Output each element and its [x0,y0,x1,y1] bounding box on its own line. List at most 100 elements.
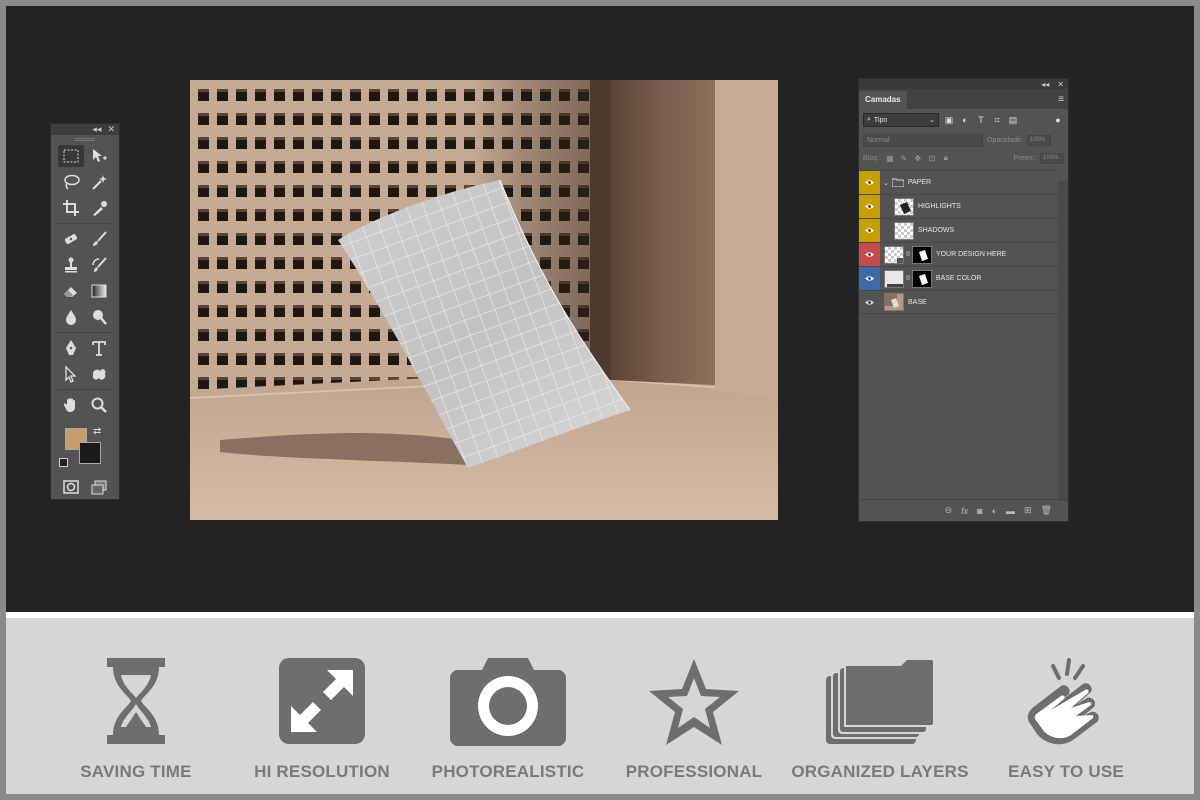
adjustment-layer-icon[interactable]: ◐ [992,506,997,516]
document-canvas[interactable] [190,80,778,520]
brush-icon[interactable] [86,228,112,250]
feature-label: SAVING TIME [80,762,192,781]
feature-photorealistic: PHOTOREALISTIC [418,656,598,786]
mask-thumbnail[interactable] [911,245,932,264]
expand-arrows-icon [232,656,412,751]
panel-menu-icon[interactable]: ≡ [1058,94,1068,109]
default-colors-icon[interactable] [59,458,68,467]
fill-input[interactable]: 100% [1040,152,1064,164]
screen-mode-icon[interactable] [86,476,112,498]
link-layers-icon[interactable]: ⊖ [945,505,953,516]
lasso-icon[interactable] [58,171,84,193]
layer-filter-select[interactable]: ⌕ Tipo ⌄ [863,113,939,127]
trash-icon[interactable]: 🗑︎ [1041,505,1052,516]
blur-icon[interactable] [58,306,84,328]
chevron-down-icon[interactable]: ⌄ [883,179,889,187]
visibility-toggle[interactable] [859,171,880,194]
collapse-icon[interactable]: ◂◂ [92,125,101,134]
new-group-icon[interactable]: ▬ [1006,506,1015,516]
type-icon[interactable] [86,337,112,359]
collapse-icon[interactable]: ◂◂ [1041,80,1049,89]
background-color-swatch[interactable] [79,442,101,464]
layer-row-paper[interactable]: ⌄ PAPER [859,170,1058,194]
feature-hi-resolution: HI RESOLUTION [232,656,412,786]
lock-transparent-icon[interactable]: ▦ [885,154,895,163]
filter-pixel-icon[interactable]: ▣ [943,115,955,126]
layer-name: BASE COLOR [935,275,982,282]
close-icon[interactable]: ✕ [1057,80,1064,89]
feature-label: ORGANIZED LAYERS [791,762,969,781]
dodge-icon[interactable] [86,306,112,328]
tab-layers[interactable]: Camadas [859,91,907,109]
close-icon[interactable]: ✕ [107,125,115,134]
hand-icon[interactable] [58,394,84,416]
magic-wand-icon[interactable] [86,171,112,193]
visibility-toggle[interactable] [859,219,880,242]
healing-brush-icon[interactable] [58,228,84,250]
eye-icon [865,204,874,209]
custom-shape-icon[interactable] [86,363,112,385]
history-brush-icon[interactable] [86,254,112,276]
filter-smart-icon[interactable]: ▤ [1007,115,1019,126]
filter-shape-icon[interactable]: ⌗ [991,115,1003,126]
filter-type-icon[interactable]: T [975,115,987,125]
visibility-toggle[interactable] [859,267,880,290]
visibility-toggle[interactable] [859,243,880,266]
link-icon[interactable]: 8 [906,275,910,282]
opacity-input[interactable]: 100% [1026,134,1051,146]
rectangular-marquee-icon[interactable] [58,145,84,167]
layer-row-base[interactable]: BASE [859,290,1058,314]
layer-row-highlights[interactable]: HIGHLIGHTS [859,194,1058,218]
clone-stamp-icon[interactable] [58,254,84,276]
eye-icon [865,252,874,257]
feature-label: PROFESSIONAL [625,762,763,781]
eye-icon [865,276,874,281]
lock-artboard-icon[interactable]: ⊡ [927,154,937,163]
visibility-toggle[interactable] [859,291,880,313]
filter-row: ⌕ Tipo ⌄ ▣ ◐ T ⌗ ▤ ● [859,109,1068,131]
visibility-toggle[interactable] [859,195,880,218]
filter-adjustment-icon[interactable]: ◐ [959,115,971,125]
section-divider [6,612,1194,618]
layer-row-your-design-here[interactable]: 8 YOUR DESIGN HERE [859,242,1058,266]
app-frame: ◂◂ ✕ ⇄ ◂◂ ✕ Camadas ≡ ⌕ Tipo ⌄ ▣ ◐ T ⌗ ▤… [6,6,1194,794]
feature-label: PHOTOREALISTIC [431,762,585,781]
layers-panel-header: ◂◂ ✕ [859,79,1068,89]
lock-all-icon[interactable]: 🔒︎ [941,153,951,163]
layers-scrollbar[interactable] [1058,181,1068,501]
filter-toggle-icon[interactable]: ● [1052,115,1064,125]
eyedropper-icon[interactable] [86,197,112,219]
layer-row-base-color[interactable]: 8 BASE COLOR [859,266,1058,290]
layers-panel-footer: ⊖ fx ◙ ◐ ▬ ⊞ 🗑︎ [859,499,1068,521]
move-icon[interactable] [86,145,112,167]
photoshop-workspace: ◂◂ ✕ ⇄ ◂◂ ✕ Camadas ≡ ⌕ Tipo ⌄ ▣ ◐ T ⌗ ▤… [6,6,1194,612]
layer-row-shadows[interactable]: SHADOWS [859,218,1058,242]
lock-row: Bloq.: ▦ ✎ ✥ ⊡ 🔒︎ Preen.: 100% [859,149,1068,167]
gradient-icon[interactable] [86,280,112,302]
eye-icon [865,180,874,185]
add-mask-icon[interactable]: ◙ [977,506,982,516]
hourglass-icon [46,656,226,751]
eye-icon [865,299,874,305]
blend-row: Normal Opacidade: 100% [859,131,1068,149]
mask-thumbnail[interactable] [911,269,932,288]
blend-mode-select[interactable]: Normal [863,133,983,147]
quick-mask-icon[interactable] [58,476,84,498]
lock-image-icon[interactable]: ✎ [899,154,909,163]
crop-icon[interactable] [58,197,84,219]
swap-colors-icon[interactable]: ⇄ [93,426,101,437]
feature-professional: PROFESSIONAL [604,656,784,786]
panel-grip[interactable] [51,135,119,143]
lock-position-icon[interactable]: ✥ [913,154,923,163]
layer-name: SHADOWS [918,227,955,234]
eraser-icon[interactable] [58,280,84,302]
pen-icon[interactable] [58,337,84,359]
path-selection-icon[interactable] [58,363,84,385]
zoom-icon[interactable] [86,394,112,416]
panel-tabs: Camadas ≡ [859,89,1068,109]
fill-layer-thumbnail [884,269,904,288]
camera-icon [418,656,598,751]
link-icon[interactable]: 8 [906,251,910,258]
fx-icon[interactable]: fx [961,506,968,516]
new-layer-icon[interactable]: ⊞ [1024,505,1032,516]
